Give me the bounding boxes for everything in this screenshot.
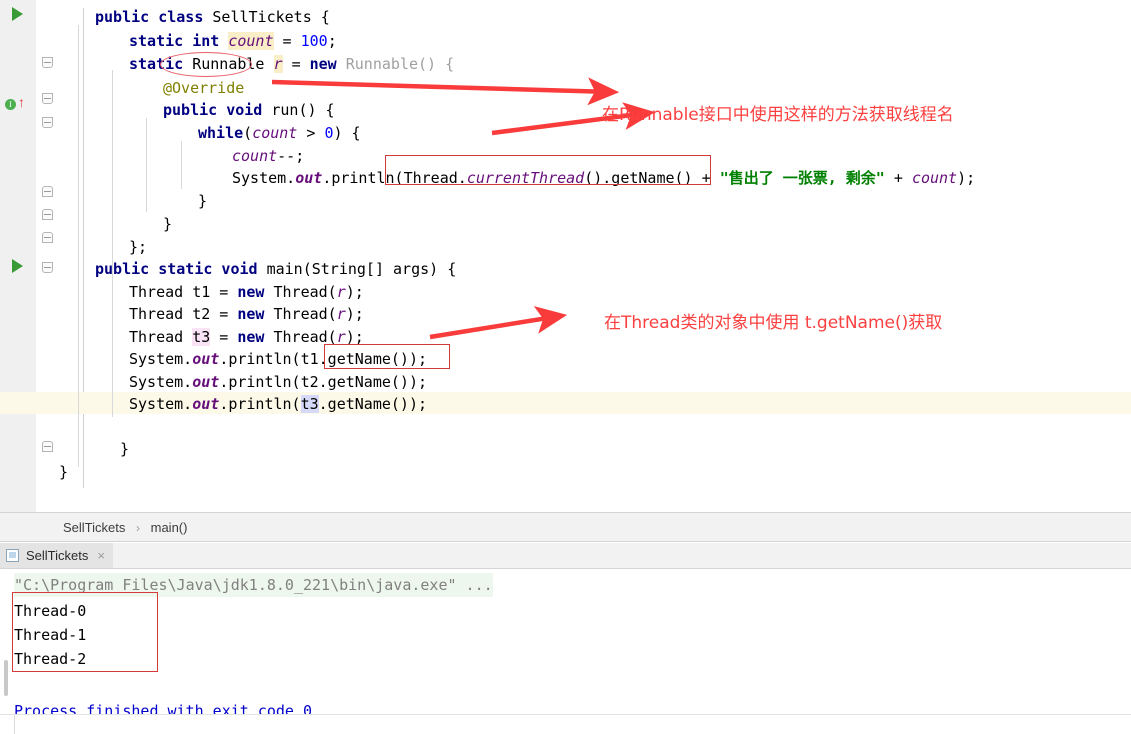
fold-marker-close-1[interactable] [42, 186, 53, 197]
code-line-11[interactable]: }; [129, 236, 147, 258]
code-line-8[interactable]: System.out.println(Thread.currentThread(… [232, 167, 975, 189]
code-line-17[interactable]: System.out.println(t2.getName()); [129, 371, 427, 393]
code-line-6[interactable]: while(count > 0) { [198, 122, 361, 144]
fold-marker-close-3[interactable] [42, 232, 53, 243]
status-divider [14, 715, 15, 734]
run-main-icon[interactable] [12, 259, 23, 273]
indent-guide-4 [181, 141, 182, 189]
fold-marker-close-4[interactable] [42, 441, 53, 452]
code-line-4[interactable]: @Override [163, 77, 244, 99]
bottom-status-strip [0, 714, 1131, 734]
close-icon[interactable]: × [97, 549, 105, 562]
fold-marker-open-4[interactable] [42, 262, 53, 273]
fold-column[interactable] [36, 0, 84, 512]
console-line-thread-2: Thread-2 [14, 650, 87, 668]
run-tool-window: SellTickets × "C:\Program Files\Java\jdk… [0, 543, 1131, 733]
fold-marker-open-3[interactable] [42, 117, 53, 128]
fold-marker-open-1[interactable] [42, 57, 53, 68]
override-marker-icon[interactable]: I [5, 99, 16, 110]
console-line-thread-0: Thread-0 [14, 602, 87, 620]
code-line-1[interactable]: public class SellTickets { [95, 6, 330, 28]
code-line-9[interactable]: } [198, 190, 207, 212]
console-output[interactable]: "C:\Program Files\Java\jdk1.8.0_221\bin\… [14, 569, 1131, 733]
console-icon [6, 549, 19, 562]
breadcrumb: SellTickets › main() [0, 512, 1131, 542]
breadcrumb-separator-icon: › [136, 521, 140, 535]
run-class-icon[interactable] [12, 7, 23, 21]
code-line-7[interactable]: count--; [232, 145, 304, 167]
fold-marker-open-2[interactable] [42, 93, 53, 104]
override-arrow-icon[interactable]: ↑ [18, 95, 25, 109]
code-line-21[interactable]: } [59, 461, 68, 483]
code-line-20[interactable]: } [120, 438, 129, 460]
code-line-2[interactable]: static int count = 100; [129, 30, 337, 52]
breadcrumb-item-class[interactable]: SellTickets [63, 520, 125, 535]
console-line-command: "C:\Program Files\Java\jdk1.8.0_221\bin\… [14, 573, 493, 597]
code-line-13[interactable]: Thread t1 = new Thread(r); [129, 281, 364, 303]
indent-guide-3 [146, 118, 147, 212]
run-tab-bar: SellTickets × [0, 543, 1131, 569]
console-scroll-thumb[interactable] [4, 660, 8, 696]
code-line-12[interactable]: public static void main(String[] args) { [95, 258, 456, 280]
code-line-18[interactable]: System.out.println(t3.getName()); [129, 393, 427, 415]
breadcrumb-item-method[interactable]: main() [151, 520, 188, 535]
code-line-5[interactable]: public void run() { [163, 99, 335, 121]
code-text-area[interactable]: public class SellTickets { static int co… [0, 0, 1131, 512]
indent-guide-1 [78, 25, 79, 467]
code-line-10[interactable]: } [163, 213, 172, 235]
run-tab-selltickets[interactable]: SellTickets × [0, 543, 113, 568]
code-line-14[interactable]: Thread t2 = new Thread(r); [129, 303, 364, 325]
editor-gutter[interactable] [0, 0, 36, 512]
code-line-15[interactable]: Thread t3 = new Thread(r); [129, 326, 364, 348]
code-line-16[interactable]: System.out.println(t1.getName()); [129, 348, 427, 370]
code-editor[interactable]: I ↑ public class SellTickets { static in… [0, 0, 1131, 512]
fold-marker-close-2[interactable] [42, 209, 53, 220]
console-line-thread-1: Thread-1 [14, 626, 87, 644]
indent-guide-2 [112, 70, 113, 417]
code-line-3[interactable]: static Runnable r = new Runnable() { [129, 53, 454, 75]
run-tab-label: SellTickets [26, 548, 89, 563]
